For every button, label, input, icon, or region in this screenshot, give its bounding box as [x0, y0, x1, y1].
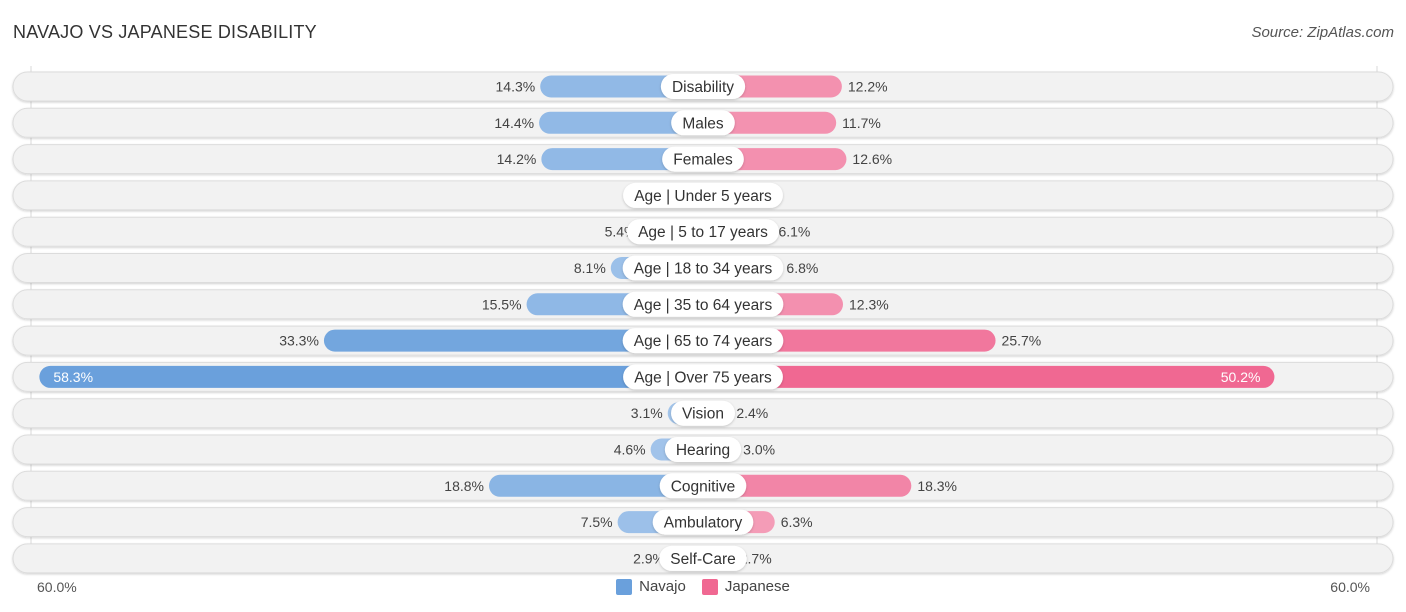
value-label-navajo: 7.5%: [581, 514, 613, 530]
chart-row: 14.2% 12.6% Females: [12, 144, 1394, 175]
chart-row: 58.3% 50.2% Age | Over 75 years: [12, 361, 1394, 392]
value-label-navajo: 14.3%: [496, 79, 536, 95]
value-label-navajo: 14.2%: [497, 151, 537, 167]
category-label: Age | Over 75 years: [634, 369, 772, 386]
value-label-japanese: 3.0%: [743, 442, 775, 458]
value-label-japanese: 12.2%: [848, 79, 888, 95]
chart-row: 1.6%1.2%Age | Under 5 years: [12, 180, 1394, 211]
value-label-japanese: 12.3%: [849, 296, 889, 312]
value-label-navajo: 58.3%: [53, 369, 93, 385]
value-label-navajo: 3.1%: [631, 405, 663, 421]
chart-row: 33.3% 25.7% Age | 65 to 74 years: [12, 325, 1394, 356]
category-label: Cognitive: [671, 478, 736, 495]
category-label: Self-Care: [670, 551, 735, 568]
chart-row: 14.4% 11.7% Males: [12, 107, 1394, 138]
value-label-japanese: 2.4%: [736, 405, 768, 421]
value-label-japanese: 12.6%: [852, 151, 892, 167]
value-label-japanese: 18.3%: [917, 478, 957, 494]
chart-row: 3.1% 2.4% Vision: [12, 398, 1394, 429]
legend-label-navajo: Navajo: [639, 578, 686, 595]
value-label-navajo: 4.6%: [614, 442, 646, 458]
value-label-japanese: 6.1%: [778, 224, 810, 240]
category-label: Vision: [682, 406, 724, 423]
category-label: Age | Under 5 years: [634, 188, 772, 205]
category-label: Age | 5 to 17 years: [638, 224, 768, 241]
value-label-japanese: 50.2%: [1221, 369, 1261, 385]
legend-swatch-navajo: [616, 578, 633, 595]
category-label: Females: [673, 152, 733, 169]
chart-row: 4.6% 3.0% Hearing: [12, 434, 1394, 465]
chart-row: 2.9% 2.7%Self-Care: [12, 543, 1394, 574]
category-label: Hearing: [676, 442, 730, 459]
chart-canvas: 14.3% 12.2% Disability 14.4% 11.7% Males 14.2%…: [12, 66, 1394, 574]
legend-item-navajo[interactable]: Navajo: [616, 578, 686, 595]
chart-row: 7.5% 6.3% Ambulatory: [12, 507, 1394, 538]
legend-label-japanese: Japanese: [724, 578, 790, 595]
value-label-japanese: 11.7%: [842, 115, 881, 131]
chart-row: 8.1% 6.8% Age | 18 to 34 years: [12, 253, 1394, 283]
value-label-navajo: 15.5%: [482, 296, 522, 312]
category-label: Ambulatory: [664, 515, 743, 532]
chart-row: 14.3% 12.2% Disability: [12, 71, 1394, 102]
legend-swatch-japanese: [701, 578, 718, 595]
value-label-navajo: 33.3%: [279, 333, 319, 349]
bar-navajo: [39, 365, 714, 388]
chart-row: 5.4% 6.1%Age | 5 to 17 years: [12, 216, 1394, 247]
value-label-navajo: 14.4%: [494, 115, 534, 131]
value-label-japanese: 6.3%: [781, 514, 813, 530]
category-label: Age | 18 to 34 years: [634, 261, 773, 278]
chart-row: 18.8% 18.3% Cognitive: [12, 470, 1394, 501]
value-label-navajo: 8.1%: [574, 260, 606, 276]
legend-item-japanese[interactable]: Japanese: [701, 578, 790, 595]
category-label: Males: [682, 115, 724, 132]
value-label-japanese: 25.7%: [1002, 333, 1042, 349]
category-label: Age | 35 to 64 years: [634, 297, 773, 314]
legend: Navajo Japanese: [0, 578, 1406, 595]
value-label-japanese: 6.8%: [786, 260, 818, 276]
category-label: Age | 65 to 74 years: [634, 333, 773, 350]
chart-row: 15.5% 12.3% Age | 35 to 64 years: [12, 289, 1394, 320]
value-label-navajo: 18.8%: [444, 478, 484, 494]
category-label: Disability: [672, 79, 734, 96]
